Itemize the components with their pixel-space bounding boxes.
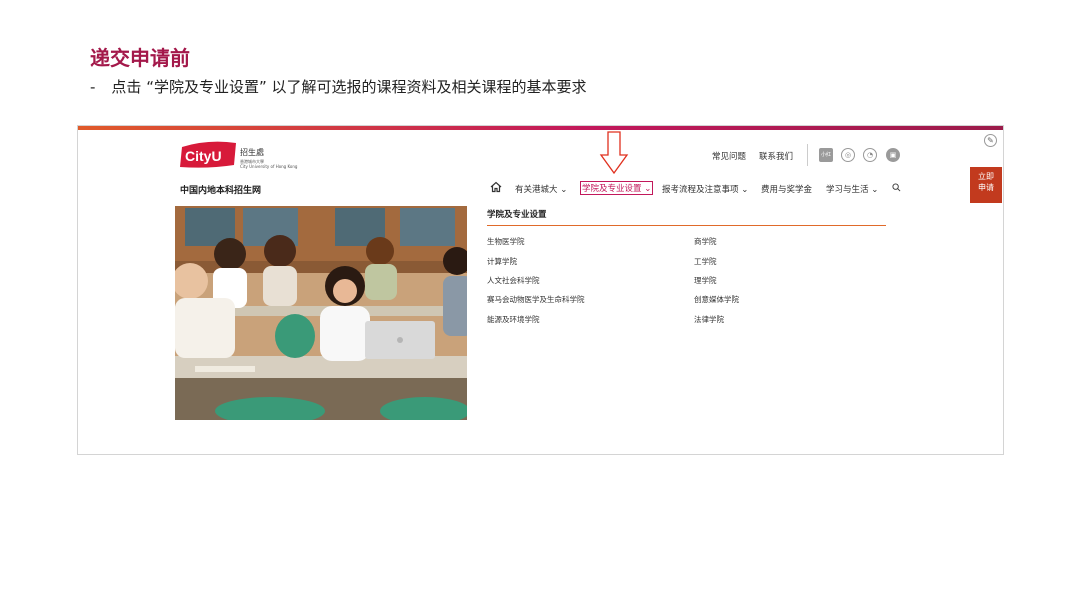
nav-fees-scholarships[interactable]: 费用与奖学金	[761, 183, 812, 195]
slide-title: 递交申请前	[90, 46, 190, 70]
header-divider	[807, 144, 808, 166]
apply-now-button[interactable]: 立即 申请	[970, 167, 1002, 203]
xiaohongshu-icon[interactable]: 小红书	[819, 148, 833, 172]
callout-arrow-icon	[599, 131, 629, 175]
logo-text: CityU	[185, 148, 222, 164]
home-icon[interactable]	[490, 181, 502, 193]
website-screenshot: ✎ CityU 招生處 香港城市大學 City University of Ho…	[77, 125, 1004, 455]
menu-item-engineering[interactable]: 工学院	[694, 256, 717, 267]
cityu-logo[interactable]: CityU	[178, 139, 238, 171]
faq-link[interactable]: 常见问题	[712, 150, 746, 162]
site-title[interactable]: 中国内地本科招生网	[180, 183, 261, 196]
menu-item-law[interactable]: 法律学院	[694, 314, 724, 325]
instruction-text: 点击 “学院及专业设置” 以了解可选报的课程资料及相关课程的基本要求	[111, 78, 587, 96]
nav-application-process[interactable]: 报考流程及注意事项 ⌄	[662, 183, 748, 195]
university-name: 香港城市大學 City University of Hong Kong	[240, 159, 298, 169]
weibo-icon[interactable]: ◎	[841, 148, 855, 162]
dropdown-title: 学院及专业设置	[487, 210, 547, 220]
menu-item-business[interactable]: 商学院	[694, 236, 717, 247]
contact-link[interactable]: 联系我们	[759, 150, 793, 162]
menu-item-biomedical[interactable]: 生物医学院	[487, 236, 525, 247]
bullet-dash: -	[90, 78, 96, 96]
admissions-office-label: 招生處	[240, 148, 264, 157]
edit-icon[interactable]: ✎	[984, 134, 997, 147]
menu-item-creative-media[interactable]: 创意媒体学院	[694, 294, 739, 305]
slide-instruction: - 点击 “学院及专业设置” 以了解可选报的课程资料及相关课程的基本要求	[90, 76, 587, 97]
nav-colleges-programmes[interactable]: 学院及专业设置 ⌄	[580, 181, 654, 195]
menu-item-veterinary[interactable]: 赛马会动物医学及生命科学院	[487, 294, 585, 305]
dropdown-divider	[487, 225, 886, 226]
menu-item-liberal-arts[interactable]: 人文社会科学院	[487, 275, 540, 286]
menu-item-computing[interactable]: 计算学院	[487, 256, 517, 267]
students-classroom-photo	[175, 206, 467, 420]
search-icon[interactable]	[892, 183, 901, 192]
wechat-icon[interactable]: ◔	[863, 148, 877, 162]
nav-about-cityu[interactable]: 有关港城大 ⌄	[515, 183, 567, 195]
brand-top-bar	[78, 126, 1003, 130]
menu-item-energy[interactable]: 能源及环境学院	[487, 314, 540, 325]
nav-study-life[interactable]: 学习与生活 ⌄	[826, 183, 878, 195]
bilibili-icon[interactable]: ▣	[886, 148, 900, 162]
menu-item-science[interactable]: 理学院	[694, 275, 717, 286]
